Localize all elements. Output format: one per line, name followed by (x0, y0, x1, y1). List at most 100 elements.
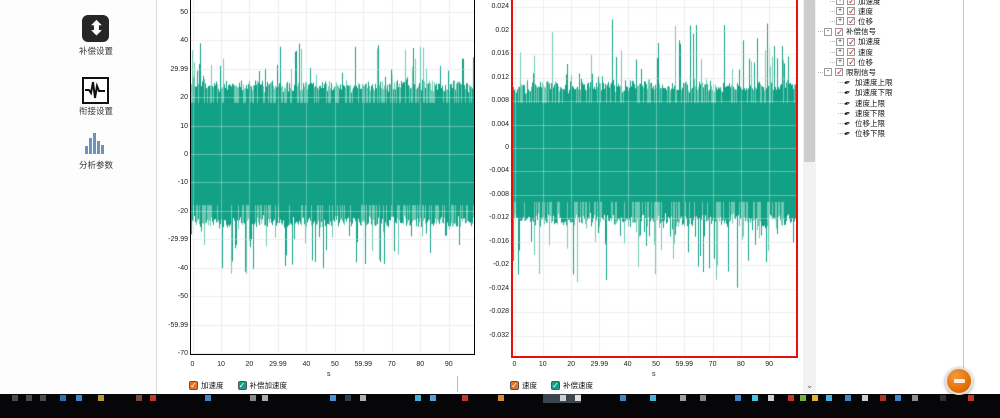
acceleration-x-unit: s (327, 371, 331, 378)
tree-checkbox-checked[interactable] (835, 68, 843, 76)
expand-icon[interactable]: + (836, 0, 844, 5)
y-tick-label: -29.99 (154, 236, 188, 243)
expand-icon[interactable]: + (836, 7, 844, 15)
taskbar-icon[interactable] (862, 395, 868, 401)
expand-icon[interactable]: + (836, 17, 844, 25)
tree-item-限制信号[interactable]: -限制信号 (818, 67, 876, 77)
taskbar-icon[interactable] (498, 395, 504, 401)
tree-connector (838, 82, 843, 83)
x-tick-label: 0 (178, 361, 208, 368)
tree-item-加速度上限[interactable]: ✒加速度上限 (838, 78, 893, 88)
tree-item-补偿信号[interactable]: -补偿信号 (818, 27, 876, 37)
scrollbar-down-arrow[interactable]: ⌄ (803, 380, 816, 393)
x-tick-label: 20 (234, 361, 264, 368)
expand-icon[interactable]: + (836, 38, 844, 46)
taskbar-icon[interactable] (262, 395, 268, 401)
tree-item-位移上限[interactable]: ✒位移上限 (838, 118, 885, 128)
taskbar-icon[interactable] (205, 395, 211, 401)
taskbar-icon[interactable] (845, 395, 851, 401)
y-tick-label: -0.024 (475, 285, 509, 292)
tree-item-速度下限[interactable]: ✒速度下限 (838, 108, 885, 118)
taskbar-icon[interactable] (812, 395, 818, 401)
splice-settings-button[interactable] (82, 77, 109, 104)
compensation-settings-button[interactable] (82, 15, 109, 42)
y-tick-label: 0 (475, 144, 509, 151)
taskbar-icon[interactable] (826, 395, 832, 401)
taskbar-icon[interactable] (60, 395, 66, 401)
taskbar-icon[interactable] (462, 395, 468, 401)
taskbar-icon[interactable] (76, 395, 82, 401)
collapse-icon[interactable]: - (824, 68, 832, 76)
floating-assistant-button[interactable] (945, 367, 973, 395)
taskbar-icon[interactable] (40, 395, 46, 401)
tree-connector (830, 11, 835, 12)
scrollbar-thumb[interactable] (804, 0, 815, 162)
y-tick-label: 0.016 (475, 50, 509, 57)
taskbar-icon[interactable] (430, 395, 436, 401)
chart-splitter[interactable] (457, 376, 458, 392)
legend-item: ✓补偿速度 (551, 380, 593, 391)
legend-checkbox[interactable]: ✓ (510, 381, 519, 390)
tree-item-位移下限[interactable]: ✒位移下限 (838, 129, 885, 139)
tree-item-加速度下限[interactable]: ✒加速度下限 (838, 88, 893, 98)
taskbar-icon[interactable] (150, 395, 156, 401)
windows-taskbar[interactable] (0, 394, 1000, 418)
tree-checkbox-checked[interactable] (847, 38, 855, 46)
taskbar-icon[interactable] (735, 395, 741, 401)
taskbar-icon[interactable] (680, 395, 686, 401)
tree-item-速度[interactable]: +速度 (830, 6, 873, 16)
tree-item-速度[interactable]: +速度 (830, 47, 873, 57)
taskbar-icon[interactable] (800, 395, 806, 401)
tree-item-位移[interactable]: +位移 (830, 16, 873, 26)
taskbar-icon[interactable] (136, 395, 142, 401)
tree-checkbox-checked[interactable] (835, 28, 843, 36)
taskbar-icon[interactable] (768, 395, 774, 401)
expand-icon[interactable]: + (836, 58, 844, 66)
tree-connector (818, 72, 823, 73)
legend-checkbox[interactable]: ✓ (238, 381, 247, 390)
taskbar-icon[interactable] (330, 395, 336, 401)
tree-connector (830, 21, 835, 22)
x-tick-label: 50 (320, 361, 350, 368)
tree-checkbox-checked[interactable] (847, 7, 855, 15)
legend-checkbox[interactable]: ✓ (189, 381, 198, 390)
taskbar-icon[interactable] (788, 395, 794, 401)
acceleration-chart-legend: ✓加速度✓补偿加速度 (189, 380, 287, 390)
taskbar-icon[interactable] (575, 395, 581, 401)
tree-item-速度上限[interactable]: ✒速度上限 (838, 98, 885, 108)
collapse-icon[interactable]: - (824, 28, 832, 36)
taskbar-icon[interactable] (968, 395, 974, 401)
legend-checkbox[interactable]: ✓ (551, 381, 560, 390)
tree-item-位移[interactable]: +位移 (830, 57, 873, 67)
legend-label: 补偿加速度 (250, 380, 288, 391)
taskbar-icon[interactable] (26, 395, 32, 401)
taskbar-icon[interactable] (912, 395, 918, 401)
x-tick-label: 80 (726, 361, 756, 368)
expand-icon[interactable]: + (836, 48, 844, 56)
tree-connector (838, 133, 843, 134)
taskbar-icon[interactable] (360, 395, 366, 401)
taskbar-icon[interactable] (345, 395, 351, 401)
taskbar-icon[interactable] (880, 395, 886, 401)
taskbar-icon[interactable] (895, 395, 901, 401)
tree-item-加速度[interactable]: +加速度 (830, 37, 881, 47)
taskbar-icon[interactable] (620, 395, 626, 401)
taskbar-icon[interactable] (560, 395, 566, 401)
taskbar-icon[interactable] (12, 395, 18, 401)
taskbar-icon[interactable] (250, 395, 256, 401)
taskbar-icon[interactable] (415, 395, 421, 401)
taskbar-icon[interactable] (650, 395, 656, 401)
taskbar-icon[interactable] (700, 395, 706, 401)
tree-connector (830, 41, 835, 42)
taskbar-icon[interactable] (940, 395, 946, 401)
compensation-settings-label: 补偿设置 (57, 45, 135, 57)
tree-checkbox-checked[interactable] (847, 0, 855, 5)
tree-checkbox-checked[interactable] (847, 48, 855, 56)
analysis-params-button[interactable] (82, 129, 109, 156)
taskbar-icon[interactable] (752, 395, 758, 401)
tree-checkbox-checked[interactable] (847, 17, 855, 25)
tree-checkbox-checked[interactable] (847, 58, 855, 66)
y-tick-label: 40 (154, 37, 188, 44)
taskbar-icon[interactable] (98, 395, 104, 401)
tree-connector (838, 103, 843, 104)
